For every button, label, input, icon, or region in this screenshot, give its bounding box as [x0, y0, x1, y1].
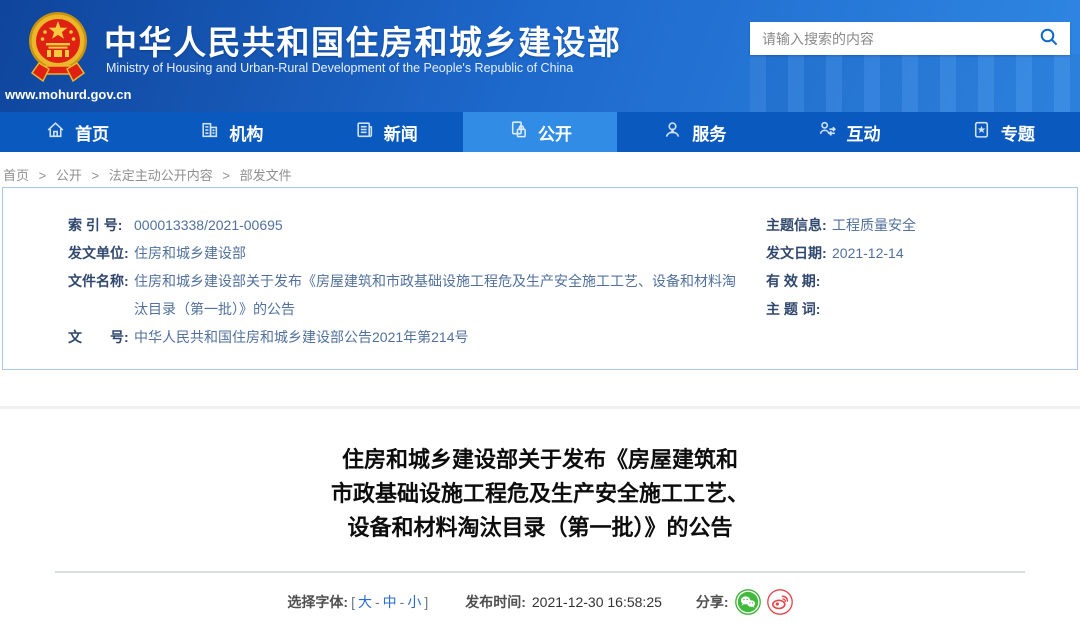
- info-value: 000013338/2021-00695: [134, 211, 283, 239]
- info-value: 中华人民共和国住房和城乡建设部公告2021年第214号: [134, 323, 469, 351]
- nav-label: 专题: [1001, 120, 1035, 145]
- info-label: 主 题 词:: [766, 295, 832, 323]
- article-title-line: 设备和材料淘汰目录（第一批）》的公告: [0, 511, 1080, 545]
- share-label: 分享:: [696, 592, 729, 612]
- service-icon: [662, 119, 683, 145]
- topics-icon: [971, 119, 992, 145]
- title-separator-line: [55, 571, 1025, 573]
- info-row-issuing-unit: 发文单位: 住房和城乡建设部: [68, 239, 745, 267]
- nav-item-topics[interactable]: 专题: [926, 112, 1080, 152]
- nav-label: 服务: [692, 120, 726, 145]
- main-nav: 首页 机构 新闻 公开: [0, 112, 1080, 152]
- breadcrumb-separator: >: [222, 168, 230, 183]
- info-value: 住房和城乡建设部关于发布《房屋建筑和市政基础设施工程危及生产安全施工工艺、设备和…: [134, 267, 745, 323]
- wechat-icon[interactable]: [735, 589, 761, 615]
- nav-item-service[interactable]: 服务: [617, 112, 771, 152]
- info-label: 主题信息:: [766, 211, 832, 239]
- site-title: 中华人民共和国住房和城乡建设部: [104, 16, 622, 64]
- nav-label: 公开: [538, 120, 572, 145]
- font-size-medium-button[interactable]: 中: [383, 592, 397, 612]
- info-label: 索 引 号:: [68, 211, 134, 239]
- header-building-image: [750, 54, 1080, 112]
- article-title-line: 市政基础设施工程危及生产安全施工工艺、: [0, 477, 1080, 511]
- info-label: 有 效 期:: [766, 267, 832, 295]
- info-column-right: 主题信息: 工程质量安全 发文日期: 2021-12-14 有 效 期: 主 题…: [766, 211, 1066, 323]
- nav-label: 互动: [847, 120, 881, 145]
- info-label: 发文日期:: [766, 239, 832, 267]
- breadcrumb-separator: >: [39, 168, 47, 183]
- nav-label: 机构: [229, 120, 263, 145]
- national-emblem-icon: [27, 8, 89, 89]
- article-meta-row: 选择字体: [ 大 - 中 - 小 ] 发布时间: 2021-12-30 16:…: [0, 589, 1080, 615]
- font-size-dash: -: [375, 594, 380, 610]
- publish-time-label: 发布时间:: [465, 592, 526, 612]
- nav-item-news[interactable]: 新闻: [309, 112, 463, 152]
- breadcrumb-separator: >: [92, 168, 100, 183]
- site-subtitle-en: Ministry of Housing and Urban-Rural Deve…: [106, 61, 573, 75]
- search-icon: [1038, 26, 1060, 51]
- font-size-large-button[interactable]: 大: [358, 592, 372, 612]
- info-row-index-number: 索 引 号: 000013338/2021-00695: [68, 211, 745, 239]
- weibo-icon[interactable]: [767, 589, 793, 615]
- breadcrumb-disclosure[interactable]: 公开: [56, 168, 82, 183]
- search-input[interactable]: [750, 31, 1028, 47]
- breadcrumb-ministry-documents[interactable]: 部发文件: [240, 168, 292, 183]
- nav-item-home[interactable]: 首页: [0, 112, 154, 152]
- info-value: 工程质量安全: [832, 211, 916, 239]
- article-panel: 住房和城乡建设部关于发布《房屋建筑和 市政基础设施工程危及生产安全施工工艺、 设…: [0, 409, 1080, 615]
- info-label: 发文单位:: [68, 239, 134, 267]
- info-row-document-name: 文件名称: 住房和城乡建设部关于发布《房屋建筑和市政基础设施工程危及生产安全施工…: [68, 267, 745, 323]
- font-size-label: 选择字体:: [287, 592, 348, 612]
- nav-label: 首页: [75, 120, 109, 145]
- home-icon: [45, 119, 66, 145]
- info-column-left: 索 引 号: 000013338/2021-00695 发文单位: 住房和城乡建…: [68, 211, 745, 351]
- info-label: 文 号:: [68, 323, 134, 351]
- info-row-topic-info: 主题信息: 工程质量安全: [766, 211, 1066, 239]
- document-info-box: 索 引 号: 000013338/2021-00695 发文单位: 住房和城乡建…: [2, 187, 1078, 370]
- site-header: 中华人民共和国住房和城乡建设部 Ministry of Housing and …: [0, 0, 1080, 112]
- info-value: 2021-12-14: [832, 239, 904, 267]
- search-box: [750, 22, 1070, 55]
- search-button[interactable]: [1028, 22, 1070, 55]
- publish-time-value: 2021-12-30 16:58:25: [532, 594, 662, 610]
- font-size-dash: -: [400, 594, 405, 610]
- disclosure-icon: [508, 119, 529, 145]
- breadcrumb-statutory-content[interactable]: 法定主动公开内容: [109, 168, 213, 183]
- site-url: www.mohurd.gov.cn: [5, 87, 131, 102]
- bracket-close: ]: [424, 594, 428, 610]
- news-icon: [354, 119, 375, 145]
- interact-icon: [817, 119, 838, 145]
- org-icon: [199, 119, 220, 145]
- info-value: 住房和城乡建设部: [134, 239, 246, 267]
- breadcrumb: 首页 > 公开 > 法定主动公开内容 > 部发文件: [0, 152, 1080, 185]
- info-row-issue-date: 发文日期: 2021-12-14: [766, 239, 1066, 267]
- article-title: 住房和城乡建设部关于发布《房屋建筑和 市政基础设施工程危及生产安全施工工艺、 设…: [0, 443, 1080, 545]
- info-row-document-number: 文 号: 中华人民共和国住房和城乡建设部公告2021年第214号: [68, 323, 745, 351]
- info-label: 文件名称:: [68, 267, 134, 323]
- breadcrumb-home[interactable]: 首页: [3, 168, 29, 183]
- nav-label: 新闻: [384, 120, 418, 145]
- nav-item-interact[interactable]: 互动: [771, 112, 925, 152]
- nav-item-org[interactable]: 机构: [154, 112, 308, 152]
- article-title-line: 住房和城乡建设部关于发布《房屋建筑和: [0, 443, 1080, 477]
- bracket-open: [: [351, 594, 355, 610]
- info-row-subject-words: 主 题 词:: [766, 295, 1066, 323]
- info-row-validity-period: 有 效 期:: [766, 267, 1066, 295]
- nav-item-disclosure[interactable]: 公开: [463, 112, 617, 152]
- font-size-small-button[interactable]: 小: [407, 592, 421, 612]
